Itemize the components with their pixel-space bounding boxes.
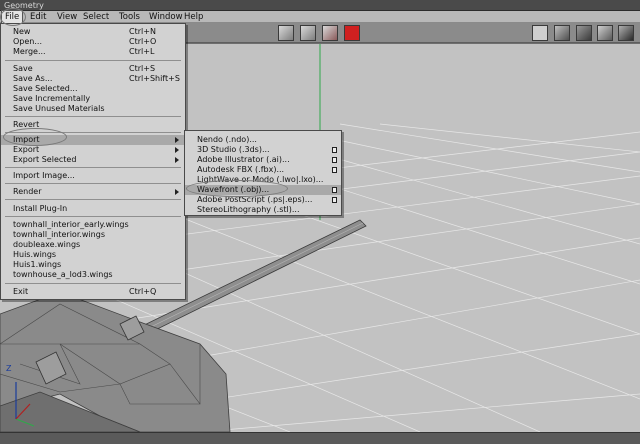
status-bar <box>0 432 640 444</box>
menu-item-label: Render <box>13 187 42 196</box>
menu-item-label: Save As... <box>13 74 53 83</box>
menu-item-label: Save Selected... <box>13 84 78 93</box>
menu-bar: File Edit View Select Tools Window Help <box>0 10 640 24</box>
menu-item-save-selected[interactable]: Save Selected... <box>1 84 185 94</box>
menu-item-label: Huis.wings <box>13 250 57 259</box>
menu-item-new[interactable]: New Ctrl+N <box>1 27 185 37</box>
menu-separator <box>5 183 181 184</box>
file-menu: New Ctrl+N Open... Ctrl+O Merge... Ctrl+… <box>0 23 186 300</box>
submenu-arrow-icon <box>175 137 179 143</box>
options-box-icon[interactable] <box>332 197 337 203</box>
highlight-circle-file <box>0 8 26 26</box>
menu-item-label: doubleaxe.wings <box>13 240 81 249</box>
menu-item-save-unused-materials[interactable]: Save Unused Materials <box>1 104 185 114</box>
recent-file-item[interactable]: townhall_interior.wings <box>1 230 185 240</box>
grid-icon[interactable] <box>597 25 613 41</box>
import-postscript[interactable]: Adobe PostScript (.ps|.eps)... <box>185 195 341 205</box>
menu-item-open[interactable]: Open... Ctrl+O <box>1 37 185 47</box>
menu-edit[interactable]: Edit <box>27 11 49 23</box>
menu-item-merge[interactable]: Merge... Ctrl+L <box>1 47 185 57</box>
menu-item-install-plugin[interactable]: Install Plug-In <box>1 204 185 214</box>
import-submenu: Nendo (.ndo)... 3D Studio (.3ds)... Adob… <box>184 130 342 216</box>
flat-shade-icon[interactable] <box>554 25 570 41</box>
menu-item-label: Huis1.wings <box>13 260 62 269</box>
menu-tools[interactable]: Tools <box>116 11 143 23</box>
import-illustrator[interactable]: Adobe Illustrator (.ai)... <box>185 155 341 165</box>
recent-file-item[interactable]: townhall_interior_early.wings <box>1 220 185 230</box>
menu-item-label: Export Selected <box>13 155 77 164</box>
menu-item-label: Nendo (.ndo)... <box>197 135 257 144</box>
menu-item-label: Save <box>13 64 33 73</box>
menu-item-exit[interactable]: Exit Ctrl+Q <box>1 287 185 297</box>
menu-item-label: Save Incrementally <box>13 94 91 103</box>
recent-file-item[interactable]: doubleaxe.wings <box>1 240 185 250</box>
menu-view[interactable]: View <box>54 11 80 23</box>
view-settings-icon[interactable] <box>532 25 548 41</box>
options-box-icon[interactable] <box>332 147 337 153</box>
menu-item-label: New <box>13 27 31 36</box>
options-box-icon[interactable] <box>332 187 337 193</box>
menu-separator <box>5 216 181 217</box>
menu-separator <box>5 167 181 168</box>
menu-item-label: townhall_interior.wings <box>13 230 105 239</box>
menu-item-shortcut: Ctrl+S <box>129 64 156 73</box>
edge-mode-icon[interactable] <box>300 25 316 41</box>
menu-separator <box>5 283 181 284</box>
submenu-arrow-icon <box>175 157 179 163</box>
options-box-icon[interactable] <box>332 157 337 163</box>
z-axis-label: Z <box>6 364 12 373</box>
vertex-mode-icon[interactable] <box>278 25 294 41</box>
menu-item-label: Adobe PostScript (.ps|.eps)... <box>197 195 313 204</box>
menu-item-export-selected[interactable]: Export Selected <box>1 155 185 165</box>
body-mode-icon[interactable] <box>344 25 360 41</box>
menu-item-label: townhall_interior_early.wings <box>13 220 129 229</box>
options-box-icon[interactable] <box>332 167 337 173</box>
import-stl[interactable]: StereoLithography (.stl)... <box>185 205 341 215</box>
menu-item-label: Import Image... <box>13 171 75 180</box>
menu-item-label: Exit <box>13 287 29 296</box>
menu-item-shortcut: Ctrl+Shift+S <box>129 74 180 83</box>
menu-item-label: Export <box>13 145 40 154</box>
menu-help[interactable]: Help <box>181 11 206 23</box>
submenu-arrow-icon <box>175 147 179 153</box>
menu-item-label: Install Plug-In <box>13 204 68 213</box>
menu-item-shortcut: Ctrl+Q <box>129 287 157 296</box>
menu-separator <box>5 116 181 117</box>
title-bar: Geometry <box>0 0 640 11</box>
menu-item-label: Merge... <box>13 47 46 56</box>
menu-select[interactable]: Select <box>80 11 112 23</box>
menu-item-label: StereoLithography (.stl)... <box>197 205 300 214</box>
import-3ds[interactable]: 3D Studio (.3ds)... <box>185 145 341 155</box>
recent-file-item[interactable]: Huis.wings <box>1 250 185 260</box>
menu-item-label: Open... <box>13 37 42 46</box>
highlight-circle-wavefront <box>186 180 288 197</box>
menu-item-import-image[interactable]: Import Image... <box>1 171 185 181</box>
menu-item-save-as[interactable]: Save As... Ctrl+Shift+S <box>1 74 185 84</box>
perspective-icon[interactable] <box>618 25 634 41</box>
import-nendo[interactable]: Nendo (.ndo)... <box>185 135 341 145</box>
menu-item-save-incrementally[interactable]: Save Incrementally <box>1 94 185 104</box>
menu-item-label: townhouse_a_lod3.wings <box>13 270 113 279</box>
recent-file-item[interactable]: townhouse_a_lod3.wings <box>1 270 185 280</box>
menu-item-shortcut: Ctrl+N <box>129 27 156 36</box>
menu-item-export[interactable]: Export <box>1 145 185 155</box>
menu-separator <box>5 199 181 200</box>
recent-file-item[interactable]: Huis1.wings <box>1 260 185 270</box>
menu-item-label: Save Unused Materials <box>13 104 105 113</box>
import-fbx[interactable]: Autodesk FBX (.fbx)... <box>185 165 341 175</box>
menu-item-shortcut: Ctrl+O <box>129 37 157 46</box>
menu-separator <box>5 60 181 61</box>
menu-item-label: Autodesk FBX (.fbx)... <box>197 165 285 174</box>
menu-item-shortcut: Ctrl+L <box>129 47 155 56</box>
smooth-shade-icon[interactable] <box>576 25 592 41</box>
menu-item-label: Adobe Illustrator (.ai)... <box>197 155 290 164</box>
face-mode-icon[interactable] <box>322 25 338 41</box>
menu-window[interactable]: Window <box>146 11 186 23</box>
submenu-arrow-icon <box>175 189 179 195</box>
menu-item-label: 3D Studio (.3ds)... <box>197 145 270 154</box>
highlight-circle-import <box>3 128 67 146</box>
menu-item-render[interactable]: Render <box>1 187 185 197</box>
menu-item-save[interactable]: Save Ctrl+S <box>1 64 185 74</box>
